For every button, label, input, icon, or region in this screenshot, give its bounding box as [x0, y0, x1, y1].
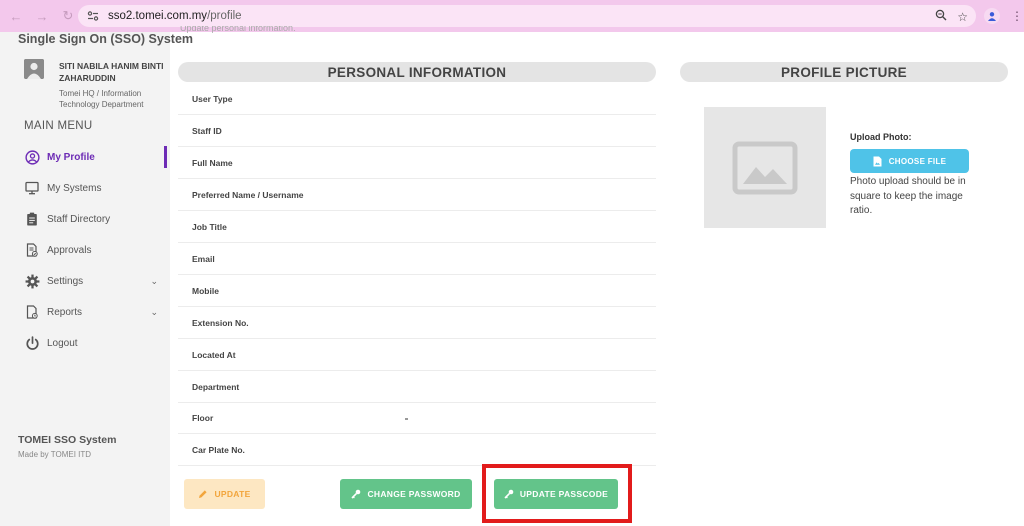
field-label: Department [192, 381, 240, 392]
sidebar-item-label: Settings [47, 275, 84, 287]
reload-icon[interactable]: ↻ [58, 6, 78, 26]
sidebar-item-label: Reports [47, 306, 83, 318]
field-preferred-name: Preferred Name / Username [178, 179, 656, 211]
field-label: Floor [192, 412, 214, 423]
pencil-icon [198, 489, 208, 499]
footer-subtitle: Made by TOMEI ITD [18, 450, 92, 459]
browser-toolbar: ← → ↻ sso2.tomei.com.my/profile ☆ ⋮ [0, 0, 1024, 32]
field-label: Full Name [192, 157, 233, 168]
field-label: Car Plate No. [192, 444, 245, 455]
field-full-name: Full Name [178, 147, 656, 179]
main-menu-heading: MAIN MENU [24, 120, 93, 132]
choose-file-button[interactable]: CHOOSE FILE [850, 149, 969, 173]
update-button-label: UPDATE [214, 489, 251, 499]
change-password-button[interactable]: CHANGE PASSWORD [340, 479, 472, 509]
sidebar-item-label: Staff Directory [47, 213, 111, 225]
field-label: Located At [192, 349, 236, 360]
field-value-mark [405, 418, 408, 420]
gear-icon [24, 273, 40, 289]
address-bar[interactable]: sso2.tomei.com.my/profile ☆ [78, 5, 976, 27]
file-image-icon [873, 156, 882, 167]
report-icon [24, 304, 40, 320]
sidebar-item-reports[interactable]: Reports ⌄ [24, 303, 166, 321]
field-label: Staff ID [192, 125, 222, 136]
active-indicator [164, 146, 167, 168]
power-icon [24, 335, 40, 351]
sidebar-item-label: My Profile [47, 151, 95, 163]
image-placeholder-icon [732, 141, 798, 194]
browser-profile-icon[interactable] [984, 8, 1000, 24]
page-subtitle: Update personal information. [180, 26, 296, 33]
back-icon[interactable]: ← [6, 6, 26, 26]
browser-menu-icon[interactable]: ⋮ [1011, 9, 1023, 23]
change-password-label: CHANGE PASSWORD [367, 489, 461, 499]
field-extension-no: Extension No. [178, 307, 656, 339]
field-label: Mobile [192, 285, 219, 296]
field-email: Email [178, 243, 656, 275]
document-check-icon [24, 242, 40, 258]
avatar [24, 59, 44, 79]
upload-hint-text: Photo upload should be in square to keep… [850, 176, 966, 216]
field-label: Preferred Name / Username [192, 189, 304, 200]
footer-title: TOMEI SSO System [18, 434, 117, 446]
site-settings-icon[interactable] [86, 9, 100, 23]
monitor-icon [24, 180, 40, 196]
field-label: Email [192, 253, 215, 264]
forward-icon[interactable]: → [32, 6, 52, 26]
sidebar-item-logout[interactable]: Logout [24, 334, 166, 352]
key-icon [351, 489, 361, 499]
highlight-annotation-box [482, 464, 632, 523]
url-host: sso2.tomei.com.my [108, 10, 208, 22]
url-path: /profile [207, 10, 242, 22]
user-name: SITI NABILA HANIM BINTI ZAHARUDDIN [59, 61, 164, 83]
field-mobile: Mobile [178, 275, 656, 307]
sidebar-item-settings[interactable]: Settings ⌄ [24, 272, 166, 290]
field-label: User Type [192, 93, 233, 104]
user-department: Tomei HQ / Information Technology Depart… [59, 89, 144, 109]
system-title: Single Sign On (SSO) System [18, 32, 194, 46]
sidebar-item-my-systems[interactable]: My Systems [24, 179, 166, 197]
upload-photo-label: Upload Photo: [850, 132, 912, 142]
user-circle-icon [24, 149, 40, 165]
sidebar-item-staff-directory[interactable]: Staff Directory [24, 210, 166, 228]
profile-picture-header: PROFILE PICTURE [680, 62, 1008, 82]
field-label: Job Title [192, 221, 227, 232]
sidebar-item-label: Logout [47, 337, 78, 349]
profile-photo-placeholder [704, 107, 826, 228]
clipboard-icon [24, 211, 40, 227]
personal-information-header: PERSONAL INFORMATION [178, 62, 656, 82]
choose-file-label: CHOOSE FILE [888, 156, 947, 166]
sidebar-item-label: Approvals [47, 244, 92, 256]
chevron-down-icon[interactable]: ⌄ [150, 307, 158, 318]
field-located-at: Located At [178, 339, 656, 371]
field-user-type: User Type [178, 83, 656, 115]
update-button[interactable]: UPDATE [184, 479, 265, 509]
field-job-title: Job Title [178, 211, 656, 243]
sidebar-item-my-profile[interactable]: My Profile [24, 148, 166, 166]
url-text: sso2.tomei.com.my/profile [108, 10, 242, 22]
sidebar-item-approvals[interactable]: Approvals [24, 241, 166, 259]
chevron-down-icon[interactable]: ⌄ [150, 276, 158, 287]
field-staff-id: Staff ID [178, 115, 656, 147]
field-car-plate-no: Car Plate No. [178, 434, 656, 466]
sidebar-item-label: My Systems [47, 182, 102, 194]
field-department: Department [178, 371, 656, 403]
field-floor: Floor [178, 402, 656, 434]
bookmark-star-icon[interactable]: ☆ [957, 10, 968, 24]
sidebar: Single Sign On (SSO) System SITI NABILA … [0, 32, 193, 526]
zoom-icon[interactable] [935, 9, 947, 24]
field-label: Extension No. [192, 317, 249, 328]
